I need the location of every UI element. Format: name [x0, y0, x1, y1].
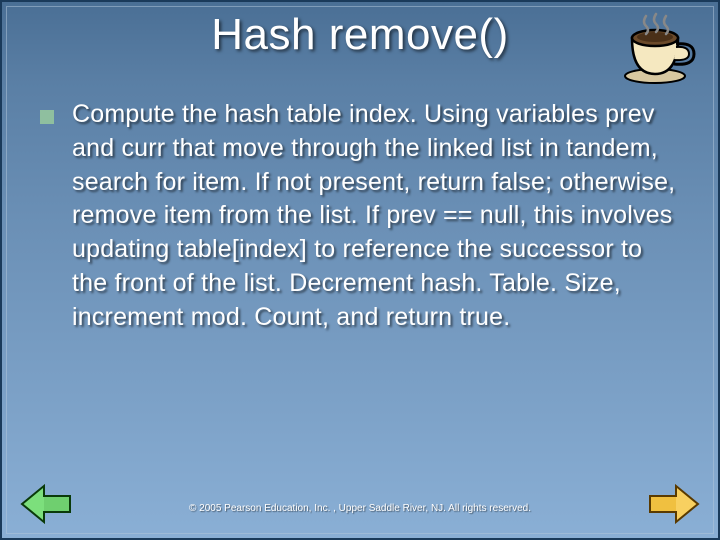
body-text: Compute the hash table index. Using vari… — [72, 98, 678, 334]
arrow-left-icon — [20, 482, 72, 526]
arrow-right-icon — [648, 482, 700, 526]
next-button[interactable] — [648, 482, 700, 526]
bullet-block: Compute the hash table index. Using vari… — [40, 98, 678, 334]
slide-title: Hash remove() — [2, 10, 718, 60]
copyright-footer: © 2005 Pearson Education, Inc. , Upper S… — [2, 503, 718, 514]
prev-button[interactable] — [20, 482, 72, 526]
bullet-icon — [40, 110, 54, 124]
slide: Hash remove() Compute the hash table ind… — [0, 0, 720, 540]
coffee-cup-icon — [618, 10, 700, 88]
